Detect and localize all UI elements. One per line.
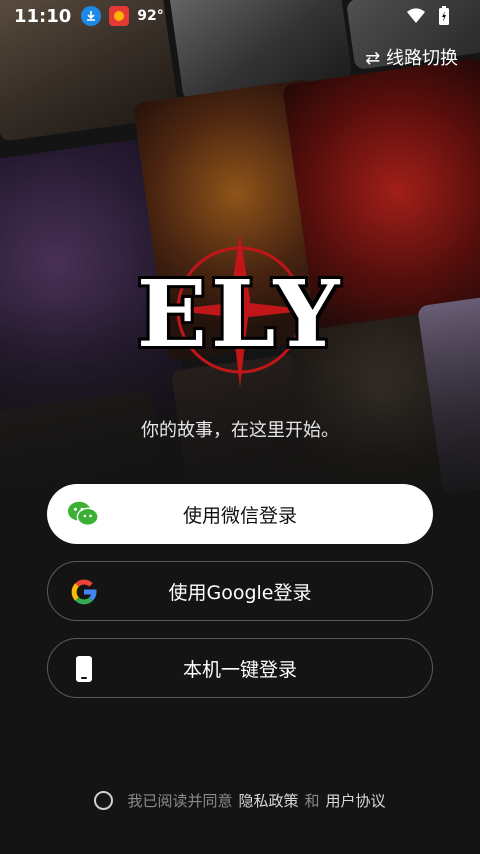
privacy-policy-link[interactable]: 隐私政策 — [238, 790, 298, 811]
status-bar: 11:10 92° — [0, 0, 480, 32]
phone-login-label: 本机一键登录 — [182, 658, 297, 681]
download-icon — [81, 6, 102, 26]
agreement-checkbox[interactable] — [94, 791, 114, 810]
logo: ELY — [0, 230, 480, 390]
phone-login-button[interactable]: 本机一键登录 — [47, 638, 433, 698]
wechat-login-label: 使用微信登录 — [182, 504, 297, 527]
user-agreement-link[interactable]: 用户协议 — [326, 790, 386, 811]
status-time: 11:10 — [14, 5, 72, 27]
phone-icon — [68, 653, 100, 685]
line-switch-button[interactable]: ⇄ 线路切换 — [365, 44, 458, 70]
agreement-prefix: 我已阅读并同意 — [127, 792, 233, 810]
logo-text: ELY — [136, 260, 344, 368]
google-login-button[interactable]: 使用Google登录 — [47, 561, 433, 621]
agreement-and: 和 — [304, 792, 320, 810]
tagline: 你的故事，在这里开始。 — [141, 420, 339, 441]
google-icon — [68, 576, 100, 608]
app-icon — [109, 6, 130, 26]
wechat-login-button[interactable]: 使用微信登录 — [47, 484, 433, 544]
battery-icon — [438, 6, 450, 30]
status-temperature: 92° — [137, 8, 164, 24]
wifi-icon — [406, 8, 426, 28]
wechat-icon — [67, 498, 99, 530]
google-login-label: 使用Google登录 — [168, 581, 312, 604]
line-switch-label: ⇄ 线路切换 — [365, 48, 458, 69]
agreement-row: 我已阅读并同意 隐私政策 和 用户协议 — [0, 790, 480, 811]
